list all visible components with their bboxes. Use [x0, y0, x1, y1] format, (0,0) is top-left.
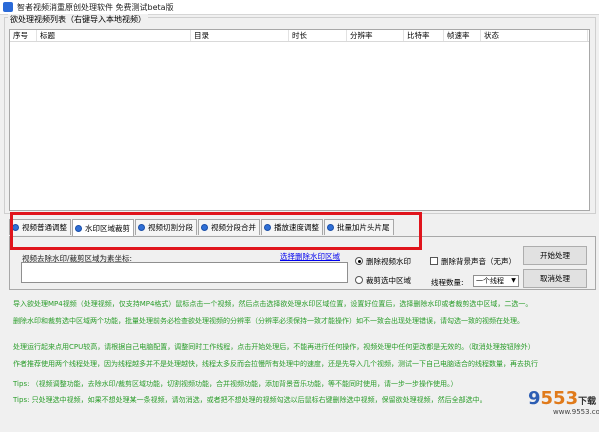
disc-icon	[12, 224, 19, 231]
threads-value: 一个线程	[476, 277, 504, 285]
tab-label: 水印区域裁剪	[85, 223, 130, 233]
start-button[interactable]: 开始处理	[523, 246, 587, 265]
chevron-down-icon: ▼	[511, 277, 516, 284]
column-header-bitrate[interactable]: 比特率	[404, 30, 444, 41]
video-list-group-label: 欲处理视频列表（右键导入本地视频）	[8, 14, 148, 25]
watermark-suffix: 下载	[578, 397, 597, 407]
tab-label: 视频普通调整	[22, 223, 67, 232]
remove-watermark-label: 删除视频水印	[366, 257, 411, 266]
column-header-title[interactable]: 标题	[37, 30, 191, 41]
remove-watermark-radio[interactable]	[355, 257, 363, 265]
coord-input[interactable]	[21, 262, 348, 283]
video-list[interactable]: 序号 标题 目录 时长 分辨率 比特率 帧速率 状态	[9, 29, 590, 211]
info-line: 删除水印和裁剪选中区域两个功能，批量处理前务必检查欲处理视频的分辨率（分辨率必须…	[13, 317, 524, 325]
tab-label: 播放速度调整	[274, 223, 319, 232]
column-header-resolution[interactable]: 分辨率	[347, 30, 404, 41]
tab-label: 视频切割分段	[148, 223, 193, 232]
threads-select[interactable]: 一个线程 ▼	[473, 275, 519, 287]
column-header-status[interactable]: 状态	[481, 30, 588, 41]
info-line: 处理运行起来点用CPU较高，请根据自己电脑配置，调整同时工作线程，点击开始处理后…	[13, 343, 535, 351]
info-line: 导入欲处理MP4视频（处理视频，仅支持MP4格式）鼠标点击一个视频，然后点击选择…	[13, 300, 533, 308]
tab-merge[interactable]: 视频分段合并	[198, 219, 260, 235]
info-line: 作者推荐使用两个线程处理，因为线程越多并不是处理越快，线程太多反而会拉慢所有处理…	[13, 360, 538, 368]
remove-bg-sound-checkbox[interactable]	[430, 257, 438, 265]
tab-watermark-crop[interactable]: 水印区域裁剪	[72, 219, 134, 236]
disc-icon	[138, 224, 145, 231]
cancel-button[interactable]: 取消处理	[523, 269, 587, 288]
watermark-url: www.9553.com	[553, 408, 599, 416]
disc-icon	[264, 224, 271, 231]
title-bar: 智者视频消重原创处理软件 免费测试beta版	[0, 0, 599, 15]
info-line: Tips: 只处理选中视频，如果不想处理某一条视频，请勿消选，或者把不想处理的视…	[13, 396, 487, 404]
crop-region-label: 裁剪选中区域	[366, 276, 411, 285]
watermark-text-b: 553	[540, 388, 579, 409]
remove-bg-sound-label: 删除背景声音（无声）	[441, 257, 516, 266]
tab-label: 批量加片头片尾	[337, 223, 390, 232]
tab-split[interactable]: 视频切割分段	[135, 219, 197, 235]
tab-intro-outro[interactable]: 批量加片头片尾	[324, 219, 394, 235]
window-title: 智者视频消重原创处理软件 免费测试beta版	[17, 3, 174, 12]
tab-normal-adjust[interactable]: 视频普通调整	[9, 219, 71, 235]
column-header-framerate[interactable]: 帧速率	[444, 30, 481, 41]
disc-icon	[327, 224, 334, 231]
info-line: Tips: （视频调整功能，去除水印/裁剪区域功能，切割视频功能，合并视频功能，…	[13, 380, 458, 388]
function-tabs: 视频普通调整 水印区域裁剪 视频切割分段 视频分段合并 播放速度调整 批量加片头…	[9, 219, 395, 236]
app-icon	[3, 2, 13, 12]
watermark-text-a: 9	[528, 388, 541, 409]
disc-icon	[75, 224, 82, 232]
threads-label: 线程数量:	[431, 278, 464, 287]
column-header-duration[interactable]: 时长	[289, 30, 347, 41]
site-watermark-logo: 9553下载	[528, 388, 596, 409]
disc-icon	[201, 224, 208, 231]
crop-region-radio[interactable]	[355, 276, 363, 284]
select-watermark-area-link[interactable]: 选择删除水印区域	[280, 251, 340, 262]
tab-label: 视频分段合并	[211, 223, 256, 232]
tab-speed[interactable]: 播放速度调整	[261, 219, 323, 235]
column-header-directory[interactable]: 目录	[191, 30, 289, 41]
column-header-index[interactable]: 序号	[10, 30, 37, 41]
video-list-header: 序号 标题 目录 时长 分辨率 比特率 帧速率 状态	[10, 30, 589, 42]
